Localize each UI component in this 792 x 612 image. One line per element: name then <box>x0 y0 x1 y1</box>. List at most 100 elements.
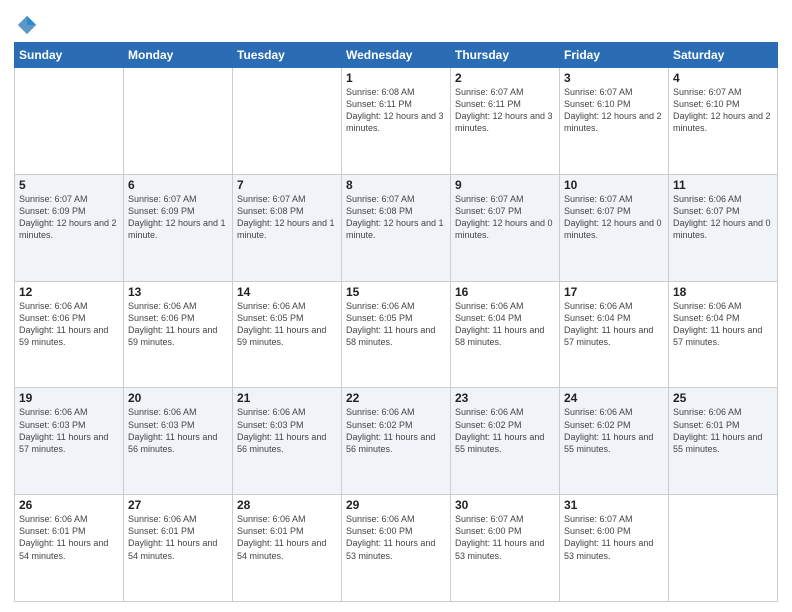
table-row: 21Sunrise: 6:06 AM Sunset: 6:03 PM Dayli… <box>233 388 342 495</box>
table-row <box>124 68 233 175</box>
day-info: Sunrise: 6:07 AM Sunset: 6:08 PM Dayligh… <box>346 193 446 242</box>
table-row: 30Sunrise: 6:07 AM Sunset: 6:00 PM Dayli… <box>451 495 560 602</box>
day-number: 1 <box>346 71 446 85</box>
table-row: 23Sunrise: 6:06 AM Sunset: 6:02 PM Dayli… <box>451 388 560 495</box>
day-info: Sunrise: 6:06 AM Sunset: 6:01 PM Dayligh… <box>128 513 228 562</box>
page: Sunday Monday Tuesday Wednesday Thursday… <box>0 0 792 612</box>
table-row: 7Sunrise: 6:07 AM Sunset: 6:08 PM Daylig… <box>233 174 342 281</box>
day-info: Sunrise: 6:07 AM Sunset: 6:07 PM Dayligh… <box>455 193 555 242</box>
day-info: Sunrise: 6:07 AM Sunset: 6:00 PM Dayligh… <box>455 513 555 562</box>
day-number: 4 <box>673 71 773 85</box>
table-row: 29Sunrise: 6:06 AM Sunset: 6:00 PM Dayli… <box>342 495 451 602</box>
logo-icon <box>16 14 38 36</box>
table-row: 5Sunrise: 6:07 AM Sunset: 6:09 PM Daylig… <box>15 174 124 281</box>
day-info: Sunrise: 6:06 AM Sunset: 6:04 PM Dayligh… <box>673 300 773 349</box>
table-row: 17Sunrise: 6:06 AM Sunset: 6:04 PM Dayli… <box>560 281 669 388</box>
table-row: 26Sunrise: 6:06 AM Sunset: 6:01 PM Dayli… <box>15 495 124 602</box>
day-number: 2 <box>455 71 555 85</box>
table-row: 8Sunrise: 6:07 AM Sunset: 6:08 PM Daylig… <box>342 174 451 281</box>
day-number: 19 <box>19 391 119 405</box>
day-info: Sunrise: 6:07 AM Sunset: 6:11 PM Dayligh… <box>455 86 555 135</box>
day-number: 3 <box>564 71 664 85</box>
header <box>14 10 778 36</box>
day-info: Sunrise: 6:06 AM Sunset: 6:04 PM Dayligh… <box>455 300 555 349</box>
day-number: 25 <box>673 391 773 405</box>
table-row: 25Sunrise: 6:06 AM Sunset: 6:01 PM Dayli… <box>669 388 778 495</box>
table-row: 4Sunrise: 6:07 AM Sunset: 6:10 PM Daylig… <box>669 68 778 175</box>
day-info: Sunrise: 6:06 AM Sunset: 6:01 PM Dayligh… <box>237 513 337 562</box>
day-number: 18 <box>673 285 773 299</box>
col-tuesday: Tuesday <box>233 43 342 68</box>
day-number: 27 <box>128 498 228 512</box>
day-number: 11 <box>673 178 773 192</box>
table-row: 3Sunrise: 6:07 AM Sunset: 6:10 PM Daylig… <box>560 68 669 175</box>
table-row: 10Sunrise: 6:07 AM Sunset: 6:07 PM Dayli… <box>560 174 669 281</box>
calendar-week-row: 12Sunrise: 6:06 AM Sunset: 6:06 PM Dayli… <box>15 281 778 388</box>
col-saturday: Saturday <box>669 43 778 68</box>
col-sunday: Sunday <box>15 43 124 68</box>
calendar-week-row: 26Sunrise: 6:06 AM Sunset: 6:01 PM Dayli… <box>15 495 778 602</box>
day-info: Sunrise: 6:07 AM Sunset: 6:08 PM Dayligh… <box>237 193 337 242</box>
day-number: 9 <box>455 178 555 192</box>
table-row: 13Sunrise: 6:06 AM Sunset: 6:06 PM Dayli… <box>124 281 233 388</box>
table-row: 11Sunrise: 6:06 AM Sunset: 6:07 PM Dayli… <box>669 174 778 281</box>
day-number: 6 <box>128 178 228 192</box>
day-info: Sunrise: 6:06 AM Sunset: 6:01 PM Dayligh… <box>673 406 773 455</box>
day-number: 17 <box>564 285 664 299</box>
day-info: Sunrise: 6:07 AM Sunset: 6:10 PM Dayligh… <box>564 86 664 135</box>
table-row: 20Sunrise: 6:06 AM Sunset: 6:03 PM Dayli… <box>124 388 233 495</box>
day-info: Sunrise: 6:08 AM Sunset: 6:11 PM Dayligh… <box>346 86 446 135</box>
day-number: 14 <box>237 285 337 299</box>
table-row: 12Sunrise: 6:06 AM Sunset: 6:06 PM Dayli… <box>15 281 124 388</box>
day-number: 7 <box>237 178 337 192</box>
col-monday: Monday <box>124 43 233 68</box>
day-info: Sunrise: 6:06 AM Sunset: 6:02 PM Dayligh… <box>564 406 664 455</box>
day-number: 21 <box>237 391 337 405</box>
table-row: 2Sunrise: 6:07 AM Sunset: 6:11 PM Daylig… <box>451 68 560 175</box>
day-info: Sunrise: 6:06 AM Sunset: 6:04 PM Dayligh… <box>564 300 664 349</box>
day-number: 20 <box>128 391 228 405</box>
day-number: 24 <box>564 391 664 405</box>
day-info: Sunrise: 6:07 AM Sunset: 6:10 PM Dayligh… <box>673 86 773 135</box>
day-number: 15 <box>346 285 446 299</box>
logo <box>14 14 38 36</box>
calendar-table: Sunday Monday Tuesday Wednesday Thursday… <box>14 42 778 602</box>
day-info: Sunrise: 6:06 AM Sunset: 6:03 PM Dayligh… <box>128 406 228 455</box>
day-info: Sunrise: 6:06 AM Sunset: 6:05 PM Dayligh… <box>346 300 446 349</box>
day-number: 28 <box>237 498 337 512</box>
day-info: Sunrise: 6:07 AM Sunset: 6:00 PM Dayligh… <box>564 513 664 562</box>
day-info: Sunrise: 6:07 AM Sunset: 6:09 PM Dayligh… <box>128 193 228 242</box>
table-row: 27Sunrise: 6:06 AM Sunset: 6:01 PM Dayli… <box>124 495 233 602</box>
table-row: 15Sunrise: 6:06 AM Sunset: 6:05 PM Dayli… <box>342 281 451 388</box>
table-row: 14Sunrise: 6:06 AM Sunset: 6:05 PM Dayli… <box>233 281 342 388</box>
table-row: 19Sunrise: 6:06 AM Sunset: 6:03 PM Dayli… <box>15 388 124 495</box>
day-number: 22 <box>346 391 446 405</box>
table-row: 31Sunrise: 6:07 AM Sunset: 6:00 PM Dayli… <box>560 495 669 602</box>
day-number: 5 <box>19 178 119 192</box>
day-number: 31 <box>564 498 664 512</box>
day-info: Sunrise: 6:06 AM Sunset: 6:01 PM Dayligh… <box>19 513 119 562</box>
day-info: Sunrise: 6:06 AM Sunset: 6:07 PM Dayligh… <box>673 193 773 242</box>
day-info: Sunrise: 6:06 AM Sunset: 6:06 PM Dayligh… <box>128 300 228 349</box>
table-row: 6Sunrise: 6:07 AM Sunset: 6:09 PM Daylig… <box>124 174 233 281</box>
day-info: Sunrise: 6:06 AM Sunset: 6:00 PM Dayligh… <box>346 513 446 562</box>
table-row: 16Sunrise: 6:06 AM Sunset: 6:04 PM Dayli… <box>451 281 560 388</box>
day-info: Sunrise: 6:07 AM Sunset: 6:09 PM Dayligh… <box>19 193 119 242</box>
day-number: 26 <box>19 498 119 512</box>
col-friday: Friday <box>560 43 669 68</box>
calendar-week-row: 5Sunrise: 6:07 AM Sunset: 6:09 PM Daylig… <box>15 174 778 281</box>
table-row <box>669 495 778 602</box>
day-number: 16 <box>455 285 555 299</box>
day-info: Sunrise: 6:06 AM Sunset: 6:02 PM Dayligh… <box>455 406 555 455</box>
day-info: Sunrise: 6:06 AM Sunset: 6:03 PM Dayligh… <box>19 406 119 455</box>
calendar-week-row: 1Sunrise: 6:08 AM Sunset: 6:11 PM Daylig… <box>15 68 778 175</box>
col-thursday: Thursday <box>451 43 560 68</box>
day-number: 8 <box>346 178 446 192</box>
day-number: 10 <box>564 178 664 192</box>
day-info: Sunrise: 6:06 AM Sunset: 6:05 PM Dayligh… <box>237 300 337 349</box>
day-number: 23 <box>455 391 555 405</box>
table-row: 24Sunrise: 6:06 AM Sunset: 6:02 PM Dayli… <box>560 388 669 495</box>
calendar-header-row: Sunday Monday Tuesday Wednesday Thursday… <box>15 43 778 68</box>
table-row: 22Sunrise: 6:06 AM Sunset: 6:02 PM Dayli… <box>342 388 451 495</box>
day-number: 13 <box>128 285 228 299</box>
